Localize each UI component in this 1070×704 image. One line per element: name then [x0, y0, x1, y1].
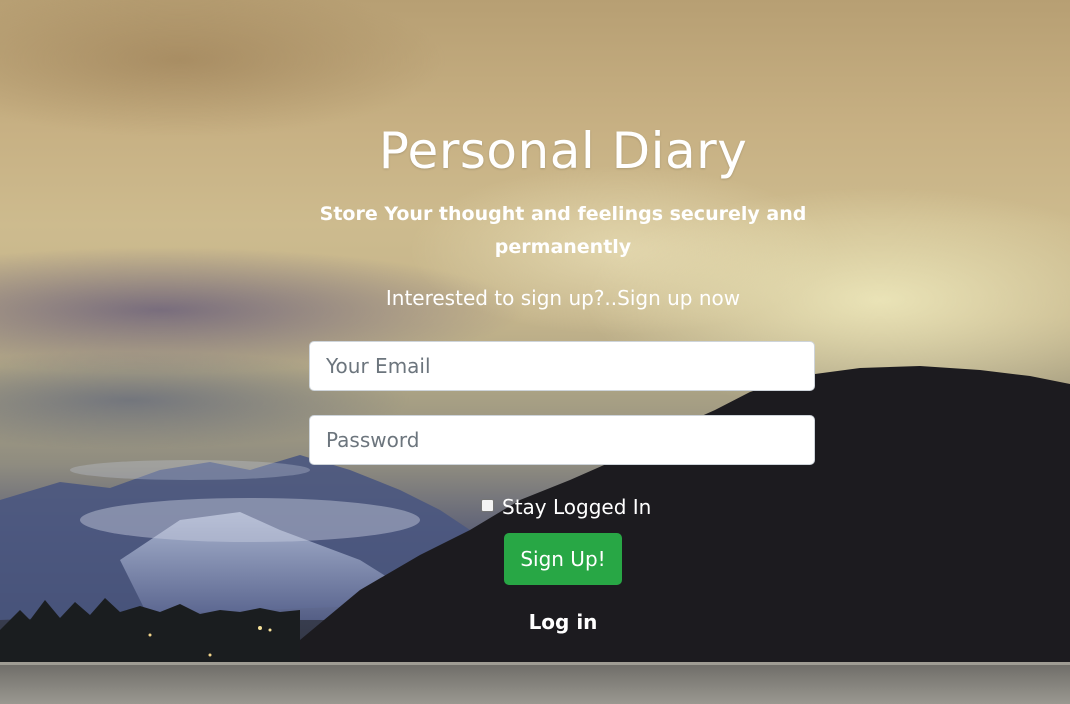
page-subtitle: Store Your thought and feelings securely…: [319, 203, 807, 258]
stay-logged-in-checkbox[interactable]: [481, 498, 494, 512]
stay-logged-in-label: Stay Logged In: [502, 495, 652, 519]
sign-up-button[interactable]: Sign Up!: [504, 533, 622, 585]
stay-logged-in-option[interactable]: Stay Logged In: [478, 493, 651, 521]
password-input[interactable]: [309, 415, 815, 465]
log-in-link[interactable]: Log in: [500, 610, 626, 634]
signup-invite-text: Interested to sign up?..Sign up now: [385, 286, 741, 310]
email-input[interactable]: [309, 341, 815, 391]
page-title: Personal Diary: [378, 122, 748, 180]
signup-panel: Personal Diary Store Your thought and fe…: [0, 0, 1070, 704]
